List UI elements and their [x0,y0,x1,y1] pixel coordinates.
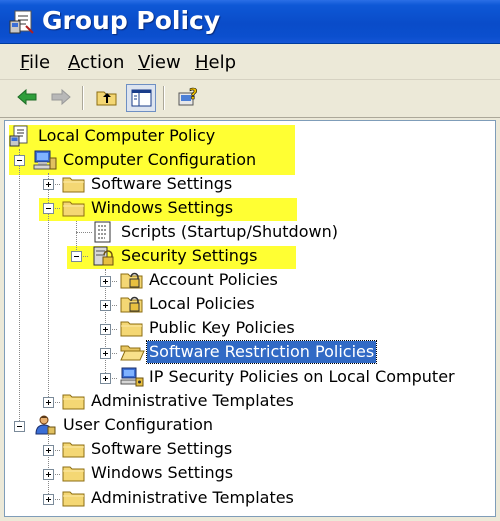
folder-icon [120,321,143,337]
folder-icon [62,177,85,193]
menu-bar: File Action View Help [0,44,500,80]
show-hide-console-tree-button[interactable] [126,84,156,112]
up-one-level-button[interactable] [92,84,122,112]
expand-toggle[interactable] [100,300,111,311]
tree-label-computer-configuration: Computer Configuration [63,150,257,169]
menu-file-label: ile [29,52,51,73]
collapse-toggle[interactable] [71,251,82,262]
menu-view-label: iew [149,52,181,73]
tree-item-computer-configuration[interactable]: Computer Configuration [5,149,485,173]
tree-item-public-key-policies[interactable]: Public Key Policies [5,317,485,341]
collapse-toggle[interactable] [14,421,25,432]
tree-label-uc-administrative-templates: Administrative Templates [91,488,294,507]
folder-icon [62,442,85,458]
tree-item-ip-security-policies[interactable]: IP Security Policies on Local Computer [5,366,485,390]
tree-label-cc-software-settings: Software Settings [91,174,233,193]
tree-item-user-configuration[interactable]: User Configuration [5,414,485,438]
toolbar-separator-2 [163,86,165,110]
folder-icon [62,491,85,507]
tree-label-uc-software-settings: Software Settings [91,439,233,458]
tree-label-local-computer-policy: Local Computer Policy [38,126,216,145]
tree-item-uc-administrative-templates[interactable]: Administrative Templates [5,487,485,511]
policy-document-icon [9,125,28,147]
tree-item-cc-software-settings[interactable]: Software Settings [5,173,485,197]
expand-toggle[interactable] [43,397,54,408]
collapse-toggle[interactable] [14,155,25,166]
locked-folder-icon [120,272,143,289]
tree-item-cc-administrative-templates[interactable]: Administrative Templates [5,390,485,414]
menu-action-accel: A [68,52,80,73]
expand-toggle[interactable] [43,469,54,480]
menu-action[interactable]: Action [68,52,124,73]
expand-toggle[interactable] [43,179,54,190]
menu-action-label: ction [80,52,125,73]
folder-up-icon [96,91,117,106]
expand-toggle[interactable] [43,494,54,505]
tree-label-user-configuration: User Configuration [63,415,214,434]
menu-file-accel: F [20,52,30,73]
menu-help-label: elp [208,52,237,73]
tree-item-local-computer-policy[interactable]: Local Computer Policy [5,125,485,149]
toolbar-separator [82,86,84,110]
tree-item-cc-windows-settings[interactable]: Windows Settings [5,197,485,221]
tree-item-security-settings[interactable]: Security Settings [5,245,485,269]
tree-label-ip-security-policies: IP Security Policies on Local Computer [149,367,455,386]
tree-item-local-policies[interactable]: Local Policies [5,293,485,317]
toolbar: ? [0,80,500,118]
collapse-toggle[interactable] [43,203,54,214]
tree-label-cc-windows-settings: Windows Settings [91,198,234,217]
menu-view-accel: V [138,52,150,73]
forward-arrow-icon [51,88,71,106]
group-policy-app-icon [9,10,34,34]
folder-icon [62,394,85,410]
folder-icon [62,201,85,217]
title-bar[interactable]: Group Policy [0,0,500,44]
tree-label-uc-windows-settings: Windows Settings [91,463,234,482]
tree-label-local-policies: Local Policies [149,294,255,313]
console-tree-icon [131,89,152,107]
computer-icon [33,150,57,170]
tree-item-software-restriction-policies[interactable]: Software Restriction Policies [5,340,485,365]
tree-label-public-key-policies: Public Key Policies [149,318,295,337]
menu-help[interactable]: Help [195,52,236,73]
expand-toggle[interactable] [43,445,54,456]
back-arrow-icon [17,88,37,106]
expand-toggle[interactable] [100,276,111,287]
expand-toggle[interactable] [100,324,111,335]
svg-text:?: ? [189,86,198,103]
user-icon [35,415,56,435]
tree-item-scripts[interactable]: Scripts (Startup/Shutdown) [5,221,485,245]
menu-help-accel: H [195,52,209,73]
group-policy-window: Group Policy File Action View Help ? Loc… [0,0,500,521]
security-settings-icon [93,246,114,266]
tree-item-uc-software-settings[interactable]: Software Settings [5,438,485,462]
tree-label-cc-administrative-templates: Administrative Templates [91,391,294,410]
tree-label-scripts: Scripts (Startup/Shutdown) [121,222,338,241]
tree-label-security-settings: Security Settings [121,246,258,265]
expand-toggle[interactable] [100,373,111,384]
help-icon: ? [178,86,198,106]
tree-label-software-restriction-policies: Software Restriction Policies [145,340,378,364]
console-tree-pane[interactable]: Local Computer Policy Computer Configura… [4,120,496,517]
tree-item-account-policies[interactable]: Account Policies [5,269,485,293]
menu-file[interactable]: File [20,52,50,73]
tree-label-account-policies: Account Policies [149,270,278,289]
expand-toggle[interactable] [100,348,111,359]
locked-folder-icon [120,296,143,313]
back-button[interactable] [12,84,42,112]
folder-icon [62,466,85,482]
tree-item-uc-windows-settings[interactable]: Windows Settings [5,462,485,486]
menu-view[interactable]: View [138,52,181,73]
forward-button[interactable] [46,84,76,112]
window-title: Group Policy [42,6,221,35]
script-document-icon [94,221,111,243]
open-folder-icon [120,345,145,361]
ip-security-computer-icon [120,367,144,387]
help-button[interactable]: ? [174,84,204,112]
